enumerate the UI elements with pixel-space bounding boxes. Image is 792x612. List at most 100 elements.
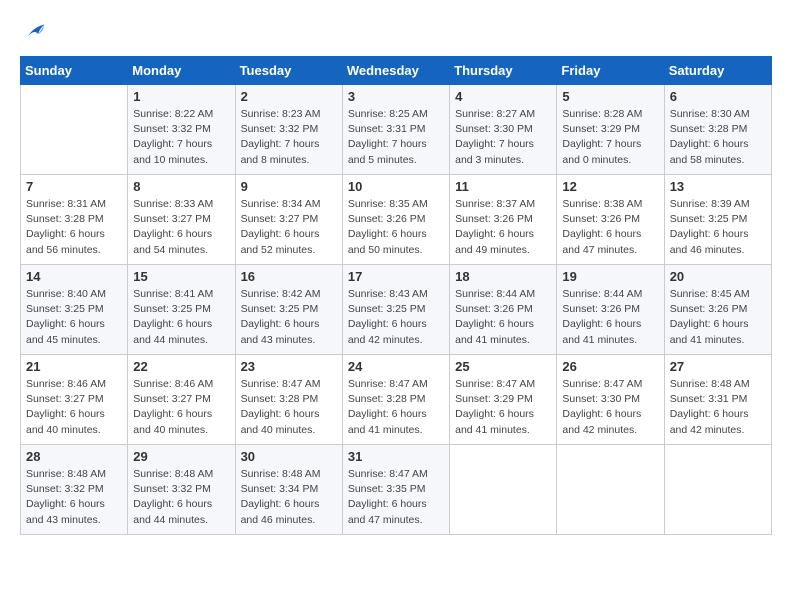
day-info: Sunrise: 8:37 AM Sunset: 3:26 PM Dayligh… [455, 197, 551, 258]
day-cell: 22Sunrise: 8:46 AM Sunset: 3:27 PM Dayli… [128, 355, 235, 445]
day-info: Sunrise: 8:35 AM Sunset: 3:26 PM Dayligh… [348, 197, 444, 258]
day-info: Sunrise: 8:33 AM Sunset: 3:27 PM Dayligh… [133, 197, 229, 258]
header-cell-thursday: Thursday [450, 57, 557, 85]
calendar-header: SundayMondayTuesdayWednesdayThursdayFrid… [21, 57, 772, 85]
week-row-3: 14 Sunrise: 8:40 AM Sunset: 3:25 PM Dayli… [21, 265, 772, 355]
day-info: Sunrise: 8:30 AM Sunset: 3:28 PM Dayligh… [670, 107, 766, 168]
day-number: 2 [241, 89, 337, 104]
day-cell: 28 Sunrise: 8:48 AM Sunset: 3:32 PM Dayli… [21, 445, 128, 535]
day-info: Sunrise: 8:31 AM Sunset: 3:28 PM Dayligh… [26, 197, 122, 258]
day-number: 23 [241, 359, 337, 374]
page-header [20, 20, 772, 40]
day-number: 14 [26, 269, 122, 284]
day-number: 8 [133, 179, 229, 194]
day-cell: 17 Sunrise: 8:43 AM Sunset: 3:25 PM Dayli… [342, 265, 449, 355]
day-info: Sunrise: 8:44 AM Sunset: 3:26 PM Dayligh… [455, 287, 551, 348]
day-cell: 23 Sunrise: 8:47 AM Sunset: 3:28 PM Dayli… [235, 355, 342, 445]
day-info: Sunrise: 8:23 AM Sunset: 3:32 PM Dayligh… [241, 107, 337, 168]
day-info: Sunrise: 8:44 AM Sunset: 3:26 PM Dayligh… [562, 287, 658, 348]
day-number: 6 [670, 89, 766, 104]
day-cell: 18 Sunrise: 8:44 AM Sunset: 3:26 PM Dayli… [450, 265, 557, 355]
day-cell: 8 Sunrise: 8:33 AM Sunset: 3:27 PM Daylig… [128, 175, 235, 265]
week-row-5: 28 Sunrise: 8:48 AM Sunset: 3:32 PM Dayli… [21, 445, 772, 535]
logo [20, 20, 46, 40]
calendar-body: 1 Sunrise: 8:22 AM Sunset: 3:32 PM Daylig… [21, 85, 772, 535]
day-cell: 16 Sunrise: 8:42 AM Sunset: 3:25 PM Dayli… [235, 265, 342, 355]
day-cell: 2 Sunrise: 8:23 AM Sunset: 3:32 PM Daylig… [235, 85, 342, 175]
header-cell-tuesday: Tuesday [235, 57, 342, 85]
day-info: Sunrise: 8:48 AM Sunset: 3:32 PM Dayligh… [133, 467, 229, 528]
day-info: Sunrise: 8:34 AM Sunset: 3:27 PM Dayligh… [241, 197, 337, 258]
day-number: 24 [348, 359, 444, 374]
logo-bird-icon [22, 20, 46, 40]
day-info: Sunrise: 8:27 AM Sunset: 3:30 PM Dayligh… [455, 107, 551, 168]
day-number: 25 [455, 359, 551, 374]
day-number: 30 [241, 449, 337, 464]
day-number: 4 [455, 89, 551, 104]
day-info: Sunrise: 8:47 AM Sunset: 3:28 PM Dayligh… [348, 377, 444, 438]
day-info: Sunrise: 8:48 AM Sunset: 3:31 PM Dayligh… [670, 377, 766, 438]
day-number: 11 [455, 179, 551, 194]
day-info: Sunrise: 8:41 AM Sunset: 3:25 PM Dayligh… [133, 287, 229, 348]
day-cell: 9 Sunrise: 8:34 AM Sunset: 3:27 PM Daylig… [235, 175, 342, 265]
day-cell: 7 Sunrise: 8:31 AM Sunset: 3:28 PM Daylig… [21, 175, 128, 265]
day-number: 20 [670, 269, 766, 284]
day-cell: 26 Sunrise: 8:47 AM Sunset: 3:30 PM Dayli… [557, 355, 664, 445]
day-number: 31 [348, 449, 444, 464]
day-info: Sunrise: 8:45 AM Sunset: 3:26 PM Dayligh… [670, 287, 766, 348]
day-cell: 4 Sunrise: 8:27 AM Sunset: 3:30 PM Daylig… [450, 85, 557, 175]
header-cell-wednesday: Wednesday [342, 57, 449, 85]
day-number: 26 [562, 359, 658, 374]
header-row: SundayMondayTuesdayWednesdayThursdayFrid… [21, 57, 772, 85]
day-cell [557, 445, 664, 535]
day-info: Sunrise: 8:47 AM Sunset: 3:28 PM Dayligh… [241, 377, 337, 438]
header-cell-friday: Friday [557, 57, 664, 85]
day-info: Sunrise: 8:40 AM Sunset: 3:25 PM Dayligh… [26, 287, 122, 348]
day-cell: 1 Sunrise: 8:22 AM Sunset: 3:32 PM Daylig… [128, 85, 235, 175]
day-info: Sunrise: 8:47 AM Sunset: 3:35 PM Dayligh… [348, 467, 444, 528]
day-cell: 20 Sunrise: 8:45 AM Sunset: 3:26 PM Dayli… [664, 265, 771, 355]
calendar-table: SundayMondayTuesdayWednesdayThursdayFrid… [20, 56, 772, 535]
day-number: 17 [348, 269, 444, 284]
day-number: 27 [670, 359, 766, 374]
day-info: Sunrise: 8:48 AM Sunset: 3:34 PM Dayligh… [241, 467, 337, 528]
day-cell: 5Sunrise: 8:28 AM Sunset: 3:29 PM Daylig… [557, 85, 664, 175]
day-cell: 25 Sunrise: 8:47 AM Sunset: 3:29 PM Dayli… [450, 355, 557, 445]
day-info: Sunrise: 8:47 AM Sunset: 3:30 PM Dayligh… [562, 377, 658, 438]
day-cell: 21Sunrise: 8:46 AM Sunset: 3:27 PM Dayli… [21, 355, 128, 445]
header-cell-saturday: Saturday [664, 57, 771, 85]
day-number: 29 [133, 449, 229, 464]
day-info: Sunrise: 8:22 AM Sunset: 3:32 PM Dayligh… [133, 107, 229, 168]
day-cell [21, 85, 128, 175]
day-cell: 31 Sunrise: 8:47 AM Sunset: 3:35 PM Dayli… [342, 445, 449, 535]
day-cell: 14 Sunrise: 8:40 AM Sunset: 3:25 PM Dayli… [21, 265, 128, 355]
day-number: 9 [241, 179, 337, 194]
day-cell: 29 Sunrise: 8:48 AM Sunset: 3:32 PM Dayli… [128, 445, 235, 535]
day-number: 5 [562, 89, 658, 104]
header-cell-sunday: Sunday [21, 57, 128, 85]
day-info: Sunrise: 8:43 AM Sunset: 3:25 PM Dayligh… [348, 287, 444, 348]
day-info: Sunrise: 8:48 AM Sunset: 3:32 PM Dayligh… [26, 467, 122, 528]
day-cell: 27 Sunrise: 8:48 AM Sunset: 3:31 PM Dayli… [664, 355, 771, 445]
day-cell: 3Sunrise: 8:25 AM Sunset: 3:31 PM Daylig… [342, 85, 449, 175]
day-info: Sunrise: 8:39 AM Sunset: 3:25 PM Dayligh… [670, 197, 766, 258]
day-number: 7 [26, 179, 122, 194]
day-number: 18 [455, 269, 551, 284]
day-cell: 11 Sunrise: 8:37 AM Sunset: 3:26 PM Dayli… [450, 175, 557, 265]
day-number: 10 [348, 179, 444, 194]
day-cell: 10 Sunrise: 8:35 AM Sunset: 3:26 PM Dayli… [342, 175, 449, 265]
day-info: Sunrise: 8:47 AM Sunset: 3:29 PM Dayligh… [455, 377, 551, 438]
day-number: 19 [562, 269, 658, 284]
day-cell: 12 Sunrise: 8:38 AM Sunset: 3:26 PM Dayli… [557, 175, 664, 265]
day-number: 1 [133, 89, 229, 104]
header-cell-monday: Monday [128, 57, 235, 85]
day-cell: 30 Sunrise: 8:48 AM Sunset: 3:34 PM Dayli… [235, 445, 342, 535]
day-number: 16 [241, 269, 337, 284]
day-cell [664, 445, 771, 535]
day-info: Sunrise: 8:42 AM Sunset: 3:25 PM Dayligh… [241, 287, 337, 348]
day-info: Sunrise: 8:38 AM Sunset: 3:26 PM Dayligh… [562, 197, 658, 258]
day-number: 28 [26, 449, 122, 464]
day-cell: 24 Sunrise: 8:47 AM Sunset: 3:28 PM Dayli… [342, 355, 449, 445]
day-number: 12 [562, 179, 658, 194]
day-cell: 15Sunrise: 8:41 AM Sunset: 3:25 PM Dayli… [128, 265, 235, 355]
